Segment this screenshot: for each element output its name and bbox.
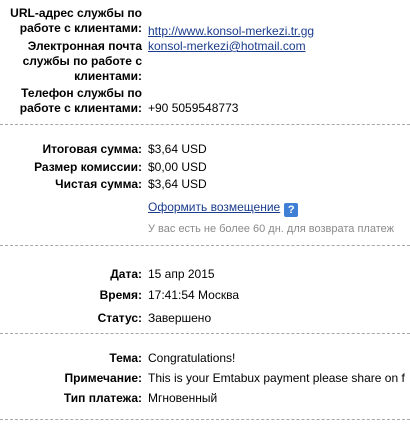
date-label: Дата: [110,267,142,281]
customer-service-email-label: Электронная почта службы по работе с кли… [23,39,142,84]
date-value: 15 апр 2015 [148,267,215,281]
customer-service-email-link[interactable]: konsol-merkezi@hotmail.com [148,39,306,54]
label-line: Телефон службы по [21,86,142,100]
fee-amount-value: $0,00 USD [148,160,207,174]
subject-value: Congratulations! [148,351,236,365]
customer-service-phone-value: +90 5059548773 [148,101,239,115]
subject-label: Тема: [109,351,142,365]
net-amount-value: $3,64 USD [148,177,207,191]
payment-type-label: Тип платежа: [63,391,142,405]
payment-type-value: Мгновенный [148,391,218,405]
time-label: Время: [99,288,142,302]
status-label: Статус: [97,311,142,325]
fee-amount-label: Размер комиссии: [34,160,142,174]
note-value: This is your Emtabux payment please shar… [148,371,405,385]
total-amount-value: $3,64 USD [148,142,207,156]
total-amount-label: Итоговая сумма: [42,142,142,156]
issue-refund-link[interactable]: Оформить возмещение [148,200,280,214]
customer-service-phone-label: Телефон службы по работе с клиентами: [20,86,142,116]
label-line: службы по работе с [22,54,142,68]
label-line: клиентами: [74,69,142,83]
section-divider [0,124,410,125]
section-divider [0,333,410,334]
section-divider [0,419,410,420]
help-icon[interactable]: ? [284,203,299,217]
refund-row: Оформить возмещение? [148,200,299,217]
label-line: работе с клиентами: [19,21,142,35]
note-label: Примечание: [64,371,142,385]
label-line: работе с клиентами: [19,101,142,115]
section-divider [0,245,410,246]
label-line: URL-адрес службы по [10,6,142,20]
label-line: Электронная почта [27,39,142,53]
status-value: Завершено [148,311,212,325]
net-amount-label: Чистая сумма: [55,177,142,191]
customer-service-url-label: URL-адрес службы по работе с клиентами: [10,6,142,36]
refund-deadline-note: У вас есть не более 60 дн. для возврата … [148,223,394,235]
customer-service-url-link[interactable]: http://www.konsol-merkezi.tr.gg [148,24,314,39]
time-value: 17:41:54 Москва [148,288,240,302]
